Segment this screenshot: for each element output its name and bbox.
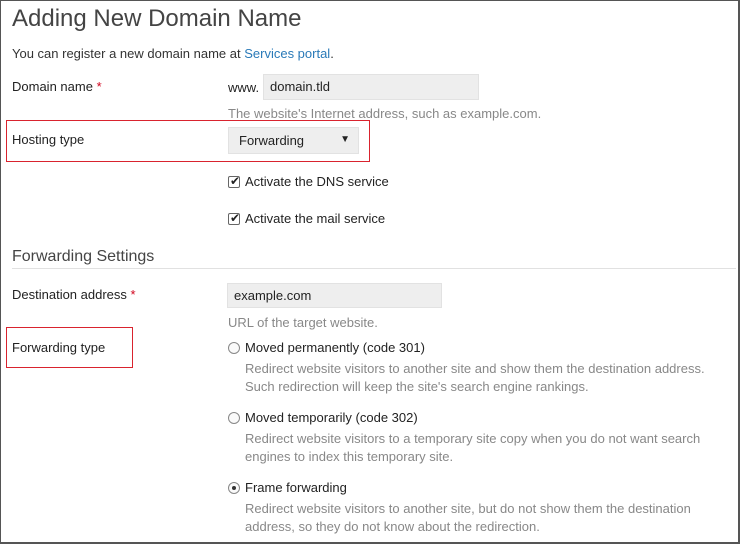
intro-text-start: You can register a new domain name at <box>12 46 245 61</box>
dns-service-checkbox[interactable]: ✔ <box>228 174 241 188</box>
hosting-type-select[interactable]: Forwarding ▼ <box>228 127 359 154</box>
domain-name-input[interactable]: domain.tld <box>263 74 479 100</box>
frame-forwarding-radio[interactable] <box>228 482 240 494</box>
moved-permanently-label: Moved permanently (code 301) <box>245 340 425 355</box>
moved-temporarily-description-line1: Redirect website visitors to a temporary… <box>245 431 701 446</box>
destination-address-hint: URL of the target website. <box>228 315 378 330</box>
frame-forwarding-label: Frame forwarding <box>245 480 347 495</box>
mail-service-label: Activate the mail service <box>245 211 386 226</box>
moved-temporarily-label: Moved temporarily (code 302) <box>245 410 418 425</box>
destination-address-input[interactable]: example.com <box>227 283 442 308</box>
services-portal-link[interactable]: Services portal <box>244 46 330 61</box>
mail-service-checkbox[interactable]: ✔ <box>228 211 241 225</box>
destination-address-label: Destination address * <box>12 287 136 302</box>
moved-permanently-radio[interactable] <box>228 342 240 354</box>
domain-name-label-text: Domain name <box>12 79 93 94</box>
moved-permanently-description-line1: Redirect website visitors to another sit… <box>245 361 705 376</box>
page-title: Adding New Domain Name <box>12 5 302 32</box>
dropdown-arrow-icon: ▼ <box>340 134 350 145</box>
frame-forwarding-description-line2: address, so they do not know about the r… <box>245 519 540 534</box>
moved-temporarily-description-line2: engines to index this temporary site. <box>245 449 454 464</box>
moved-permanently-description-line2: Such redirection will keep the site's se… <box>245 379 589 394</box>
domain-name-label: Domain name * <box>12 79 102 94</box>
hosting-type-label: Hosting type <box>12 132 85 147</box>
forwarding-settings-heading: Forwarding Settings <box>12 248 155 265</box>
moved-temporarily-radio[interactable] <box>228 412 240 424</box>
intro-text-end: . <box>330 46 334 61</box>
forwarding-type-label: Forwarding type <box>12 340 106 355</box>
section-divider <box>12 268 736 269</box>
required-mark: * <box>130 287 136 302</box>
destination-address-label-text: Destination address <box>12 287 127 302</box>
radio-selected-dot <box>232 486 236 490</box>
intro-text: You can register a new domain name at Se… <box>12 46 334 61</box>
required-mark: * <box>96 79 102 94</box>
frame-forwarding-description-line1: Redirect website visitors to another sit… <box>245 501 691 516</box>
checkmark-icon: ✔ <box>230 174 241 188</box>
dns-service-label: Activate the DNS service <box>245 174 389 189</box>
domain-name-hint: The website's Internet address, such as … <box>228 106 542 121</box>
hosting-type-selected-value: Forwarding <box>239 133 305 148</box>
www-prefix: www. <box>228 80 260 95</box>
checkmark-icon: ✔ <box>230 211 241 225</box>
